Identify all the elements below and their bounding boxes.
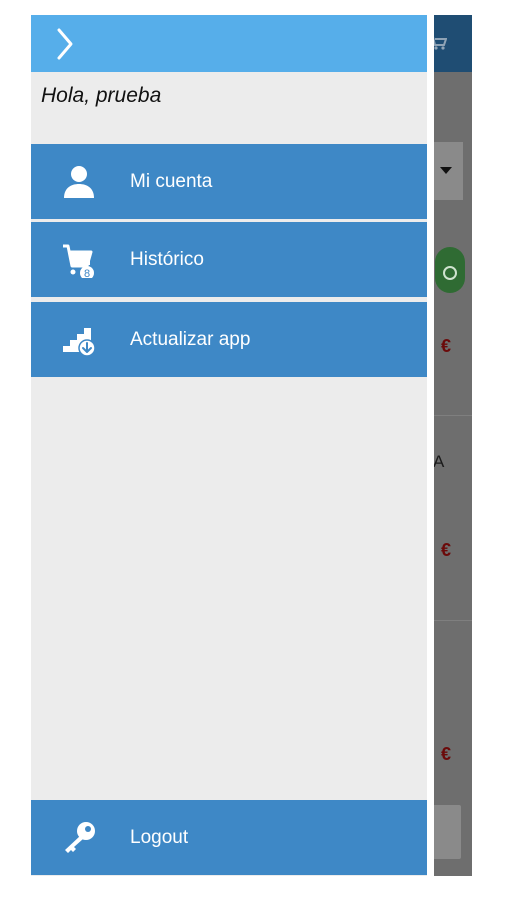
divider (431, 415, 472, 416)
logout-button[interactable]: Logout (31, 800, 427, 875)
menu-item-mi-cuenta[interactable]: Mi cuenta (31, 144, 427, 219)
drawer-edge (427, 15, 434, 876)
greeting-text: Hola, prueba (41, 84, 162, 107)
menu-item-label: Logout (130, 827, 189, 848)
menu-item-historico[interactable]: 8 Histórico (31, 222, 427, 297)
price-euro: € (441, 540, 452, 560)
key-icon (65, 822, 95, 853)
price-euro: € (441, 744, 452, 764)
background-button[interactable] (431, 805, 461, 859)
menu-item-label: Actualizar app (130, 329, 251, 350)
menu-item-actualizar-app[interactable]: Actualizar app (31, 302, 427, 377)
user-icon (64, 166, 94, 198)
dropdown-arrow-icon (440, 167, 452, 174)
menu-item-label: Mi cuenta (130, 171, 213, 192)
update-app-icon (63, 328, 96, 357)
app-screen: € A € € Hola, prueba Mi cuenta 8 Históri… (31, 15, 472, 876)
plus-icon (443, 266, 457, 280)
navigation-drawer: Hola, prueba Mi cuenta 8 Histórico Actua… (31, 15, 427, 876)
menu-item-label: Histórico (130, 249, 204, 270)
price-euro: € (441, 336, 452, 356)
cart-history-icon: 8 (63, 244, 94, 278)
divider (431, 620, 472, 621)
drawer-header (31, 15, 427, 72)
product-name-fragment: A (433, 452, 445, 471)
history-count-badge: 8 (84, 268, 90, 278)
chevron-right-icon[interactable] (49, 27, 81, 61)
